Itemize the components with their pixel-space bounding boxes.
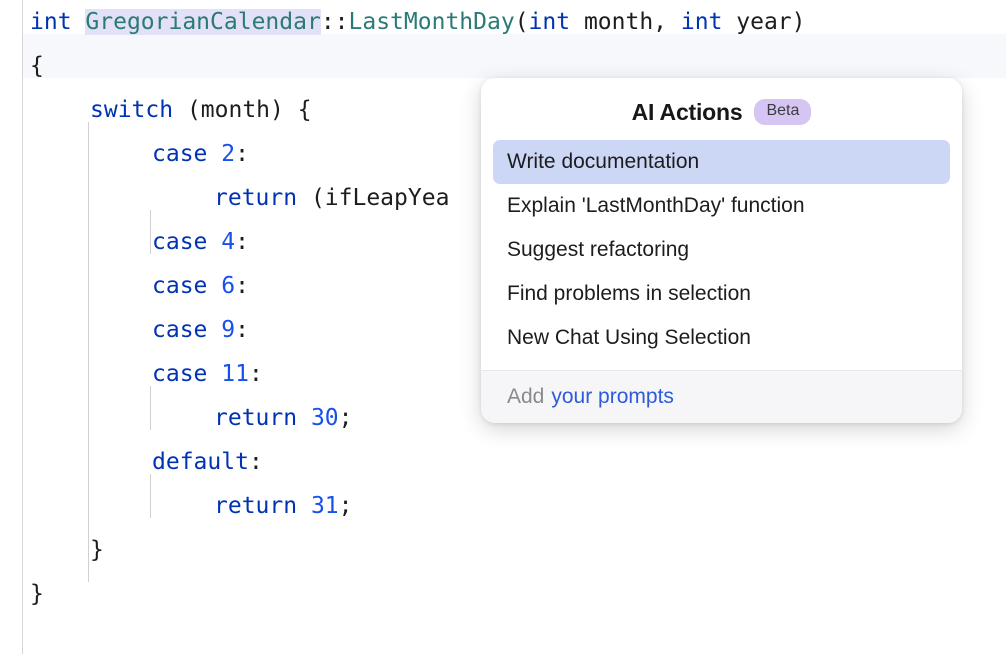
ai-actions-menu[interactable]: Write documentationExplain 'LastMonthDay… [481,140,962,370]
code-token: 4 [221,229,235,255]
selected-token: GregorianCalendar [85,9,320,35]
code-line[interactable]: } [0,528,1006,572]
code-token [72,9,86,35]
code-token [207,317,221,343]
code-token: :: [321,9,349,35]
ai-actions-popup: AI Actions Beta Write documentationExpla… [481,78,962,423]
code-token: int [681,9,723,35]
code-token: 9 [221,317,235,343]
code-token: } [30,581,44,607]
ai-action-item[interactable]: Suggest refactoring [493,228,950,272]
code-token: ( [515,9,529,35]
ai-action-item[interactable]: Write documentation [493,140,950,184]
code-token: default [152,449,249,475]
code-token: return [214,405,297,431]
code-token: case [152,229,207,255]
popup-title: AI Actions [632,99,743,126]
ai-action-item[interactable]: Find problems in selection [493,272,950,316]
code-token: (ifLeapYea [297,185,449,211]
code-line[interactable]: int GregorianCalendar::LastMonthDay(int … [0,0,1006,44]
code-token: LastMonthDay [349,9,515,35]
popup-header: AI Actions Beta [481,78,962,140]
code-token: case [152,317,207,343]
code-token: : [235,229,249,255]
code-token: return [214,185,297,211]
code-token: : [235,273,249,299]
code-token: : [249,449,263,475]
code-token [207,361,221,387]
popup-footer: Add your prompts [481,370,962,423]
beta-badge: Beta [754,99,811,124]
code-token: ; [339,405,353,431]
code-token: switch [90,97,173,123]
add-your-prompts-link[interactable]: your prompts [551,385,674,409]
code-token: year) [722,9,805,35]
code-token: case [152,273,207,299]
code-token: 6 [221,273,235,299]
code-token: 30 [311,405,339,431]
code-token: ; [339,493,353,519]
ai-action-item[interactable]: New Chat Using Selection [493,316,950,360]
code-token: 31 [311,493,339,519]
code-token [207,141,221,167]
code-token: : [249,361,263,387]
code-token: } [90,537,104,563]
code-token: case [152,141,207,167]
code-token: 11 [221,361,249,387]
footer-prefix-label: Add [507,385,544,409]
code-token: int [529,9,571,35]
code-token: (month) { [173,97,311,123]
code-token: return [214,493,297,519]
code-token: month, [570,9,681,35]
code-line[interactable]: return 31; [0,484,1006,528]
code-token [207,273,221,299]
code-token: case [152,361,207,387]
code-token [297,493,311,519]
code-line[interactable]: default: [0,440,1006,484]
code-token: int [30,9,72,35]
ai-action-item[interactable]: Explain 'LastMonthDay' function [493,184,950,228]
code-token [297,405,311,431]
code-token: { [30,53,44,79]
app-root: int GregorianCalendar::LastMonthDay(int … [0,0,1006,654]
code-token: 2 [221,141,235,167]
code-token [207,229,221,255]
code-token: : [235,317,249,343]
code-token: : [235,141,249,167]
code-line[interactable]: } [0,572,1006,616]
